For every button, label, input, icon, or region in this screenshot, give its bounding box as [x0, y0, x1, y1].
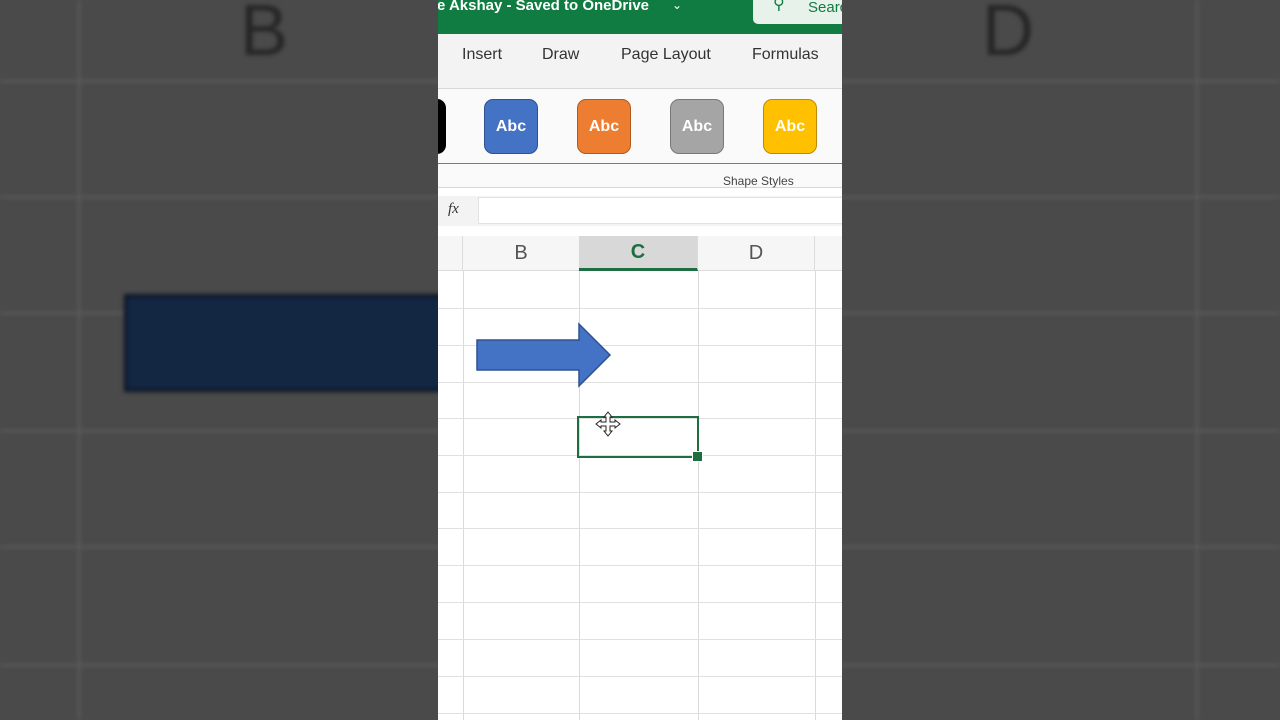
gridline	[438, 492, 842, 493]
ribbon-divider	[438, 163, 842, 164]
formula-bar: fx	[438, 196, 842, 226]
shape-styles-group-label: Shape Styles	[723, 174, 794, 188]
column-header-c[interactable]: C	[579, 236, 698, 271]
fx-icon[interactable]: fx	[448, 201, 459, 218]
search-icon: ⚲	[773, 0, 785, 13]
bg-column-letter: B	[240, 0, 289, 71]
column-header-e[interactable]	[815, 236, 842, 271]
gridline	[463, 271, 464, 720]
search-placeholder: Search	[808, 0, 842, 16]
formula-input[interactable]	[478, 197, 842, 224]
column-header-d[interactable]: D	[698, 236, 815, 271]
shape-style-black-button[interactable]	[438, 99, 446, 154]
shape-style-orange-button[interactable]: Abc	[577, 99, 631, 154]
shape-style-gray-button[interactable]: Abc	[670, 99, 724, 154]
right-arrow-shape[interactable]	[476, 322, 614, 388]
document-title[interactable]: e Akshay - Saved to OneDrive	[438, 0, 649, 14]
fill-handle[interactable]	[692, 451, 703, 462]
gridline	[438, 602, 842, 603]
gridline	[438, 676, 842, 677]
tab-insert[interactable]: Insert	[462, 46, 502, 64]
search-box[interactable]: ⚲ Search	[753, 0, 842, 24]
ribbon-tabs: Insert Draw Page Layout Formulas	[438, 34, 842, 88]
gridline	[438, 639, 842, 640]
tab-page-layout[interactable]: Page Layout	[621, 46, 711, 64]
bg-gridline	[78, 0, 80, 720]
shape-style-blue-button[interactable]: Abc	[484, 99, 538, 154]
excel-app: e Akshay - Saved to OneDrive ⌄ ⚲ Search …	[438, 0, 842, 720]
gridline	[698, 271, 699, 720]
tab-draw[interactable]: Draw	[542, 46, 579, 64]
title-bar: e Akshay - Saved to OneDrive ⌄ ⚲ Search	[438, 0, 842, 34]
gridline	[815, 271, 816, 720]
shape-style-gold-button[interactable]: Abc	[763, 99, 817, 154]
gridline	[438, 565, 842, 566]
bg-column-letter: D	[982, 0, 1034, 71]
gridline	[438, 713, 842, 714]
tab-formulas[interactable]: Formulas	[752, 46, 819, 64]
row-header-corner	[438, 236, 463, 271]
spreadsheet-grid[interactable]: B C D	[438, 236, 842, 720]
move-cursor-icon	[595, 411, 621, 437]
bg-gridline	[1196, 0, 1198, 720]
bg-arrow-shape	[124, 294, 464, 392]
shape-styles-ribbon: Abc Abc Abc Abc Shape Styles	[438, 88, 842, 188]
gridline	[438, 308, 842, 309]
chevron-down-icon[interactable]: ⌄	[672, 0, 682, 12]
column-header-b[interactable]: B	[463, 236, 580, 271]
gridline	[438, 528, 842, 529]
